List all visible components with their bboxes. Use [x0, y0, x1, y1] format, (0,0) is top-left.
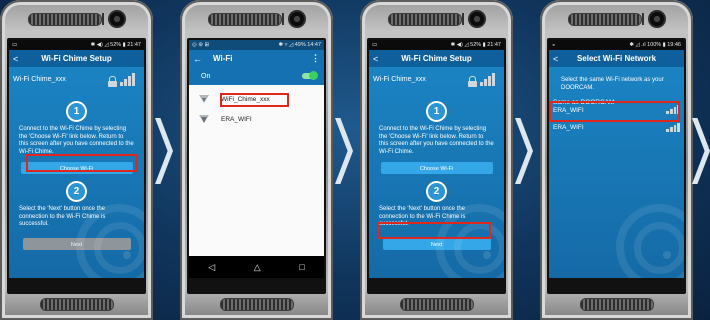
- page-title: Select Wi-Fi Network: [576, 54, 657, 63]
- speaker-grille-bottom: [40, 298, 114, 311]
- arrow-right-icon: [515, 118, 533, 184]
- network-name: ERA_WIFI: [553, 123, 584, 131]
- signal-strength-icon: [666, 122, 680, 132]
- wifi-signal-icon: [199, 115, 209, 123]
- back-icon[interactable]: <: [553, 54, 567, 64]
- wifi-signal-icon: [199, 95, 209, 103]
- front-camera: [288, 10, 306, 28]
- back-icon[interactable]: <: [373, 54, 387, 64]
- chime-watermark-dot: [483, 251, 491, 259]
- phone-frame-3: ▭ ✱ ◀) ◿ 52% ▮ 21:47 < Wi-Fi Chime Setup…: [360, 0, 513, 320]
- header-bar: < Wi-Fi Chime Setup: [369, 50, 504, 67]
- speaker-grille-bottom: [220, 298, 294, 311]
- status-left: ▭: [372, 42, 378, 48]
- page-title: Wi-Fi Chime Setup: [41, 54, 112, 63]
- step-number-2: 2: [426, 181, 447, 202]
- screen-setup-step2: ▭ ✱ ◀) ◿ 52% ▮ 21:47 < Wi-Fi Chime Setup…: [369, 40, 504, 278]
- device-row: Wi-Fi Chime_xxx: [369, 67, 504, 87]
- step-number-1: 1: [66, 101, 87, 122]
- status-bar: ▭ ✱ ◀) ◿ 52% ▮ 21:47: [369, 40, 504, 50]
- phone-frame-2: ◎ ⊛ ⊞ ✱ ▿ ◿ 49% 14:47 ← Wi-Fi ⋮ On WiFi_…: [180, 0, 333, 320]
- nav-back-icon[interactable]: ◁: [208, 262, 215, 273]
- highlight-choose-wifi: [26, 154, 138, 172]
- signal-strength-icon: [480, 72, 500, 86]
- arrow-right-icon: [155, 118, 173, 184]
- status-right: ✱ ▿ ◿ 49% 14:47: [278, 42, 321, 48]
- speaker-grille-top: [568, 13, 642, 26]
- camera-divider: [282, 13, 284, 25]
- highlight-next: [377, 222, 491, 239]
- highlight-same-network: [549, 101, 680, 122]
- wifi-toggle-label: On: [201, 72, 211, 80]
- step1-instructions: Connect to the Wi-Fi Chime by selecting …: [379, 126, 494, 155]
- android-nav-bar: ◁ △ □: [189, 256, 324, 278]
- choose-wifi-button[interactable]: Choose Wi-Fi: [380, 162, 493, 174]
- back-icon[interactable]: <: [13, 54, 27, 64]
- screen-select-network: ◒ ✱ ◿ .ıl 100% ▮ 19:46 < Select Wi-Fi Ne…: [549, 40, 684, 278]
- camera-divider: [102, 13, 104, 25]
- lock-icon: [108, 76, 117, 87]
- status-left: ▭: [12, 42, 18, 48]
- nav-home-icon[interactable]: △: [254, 262, 261, 273]
- arrow-right-icon: [692, 118, 710, 184]
- speaker-grille-top: [208, 13, 282, 26]
- speaker-grille-bottom: [400, 298, 474, 311]
- step-number-2: 2: [66, 181, 87, 202]
- status-bar: ▭ ✱ ◀) ◿ 52% ▮ 21:47: [9, 40, 144, 50]
- step1-instructions: Connect to the Wi-Fi Chime by selecting …: [19, 126, 134, 155]
- device-name: Wi-Fi Chime_xxx: [13, 75, 66, 83]
- signal-strength-icon: [120, 72, 140, 86]
- device-name: Wi-Fi Chime_xxx: [373, 75, 426, 83]
- header-bar: < Wi-Fi Chime Setup: [9, 50, 144, 67]
- front-camera: [648, 10, 666, 28]
- status-right: ✱ ◀) ◿ 52% ▮ 21:47: [90, 42, 141, 48]
- chime-watermark-dot: [123, 251, 131, 259]
- phone-frame-4: ◒ ✱ ◿ .ıl 100% ▮ 19:46 < Select Wi-Fi Ne…: [540, 0, 693, 320]
- overflow-menu-icon[interactable]: ⋮: [311, 53, 320, 64]
- wifi-network-name: ERA_WIFI: [221, 115, 252, 123]
- status-bar: ◎ ⊛ ⊞ ✱ ▿ ◿ 49% 14:47: [189, 40, 324, 50]
- phone-frame-1: ▭ ✱ ◀) ◿ 52% ▮ 21:47 < Wi-Fi Chime Setup…: [0, 0, 153, 320]
- highlight-chime-network: [220, 93, 289, 107]
- chime-watermark-inner: [94, 222, 144, 274]
- page-title: Wi-Fi Chime Setup: [401, 54, 472, 63]
- chime-watermark-dot: [663, 251, 671, 259]
- status-left: ◎ ⊛ ⊞: [192, 42, 210, 48]
- network-item[interactable]: ERA_WIFI: [549, 120, 684, 134]
- back-arrow-icon[interactable]: ←: [193, 54, 207, 64]
- speaker-grille-top: [28, 13, 102, 26]
- header-bar: ← Wi-Fi ⋮: [189, 50, 324, 67]
- wifi-toggle-row[interactable]: On: [189, 67, 324, 85]
- camera-divider: [462, 13, 464, 25]
- front-camera: [108, 10, 126, 28]
- front-camera: [468, 10, 486, 28]
- nav-recent-icon[interactable]: □: [299, 262, 304, 272]
- header-bar: < Select Wi-Fi Network: [549, 50, 684, 67]
- page-title: Wi-Fi: [213, 54, 233, 63]
- wifi-network-item-era[interactable]: ERA_WIFI: [189, 109, 324, 129]
- wifi-toggle-switch[interactable]: [302, 71, 318, 80]
- chime-watermark-inner: [634, 222, 684, 274]
- step-number-1: 1: [426, 101, 447, 122]
- screen-wifi-settings: ◎ ⊛ ⊞ ✱ ▿ ◿ 49% 14:47 ← Wi-Fi ⋮ On WiFi_…: [189, 40, 324, 278]
- select-network-instructions: Select the same Wi-Fi network as your DO…: [561, 77, 664, 91]
- status-right: ✱ ◿ .ıl 100% ▮ 19:46: [629, 42, 681, 48]
- arrow-right-icon: [335, 118, 353, 184]
- speaker-grille-top: [388, 13, 462, 26]
- status-left: ◒: [552, 42, 556, 48]
- status-right: ✱ ◀) ◿ 52% ▮ 21:47: [450, 42, 501, 48]
- speaker-grille-bottom: [580, 298, 654, 311]
- status-bar: ◒ ✱ ◿ .ıl 100% ▮ 19:46: [549, 40, 684, 50]
- lock-icon: [468, 76, 477, 87]
- camera-divider: [642, 13, 644, 25]
- device-row: Wi-Fi Chime_xxx: [9, 67, 144, 87]
